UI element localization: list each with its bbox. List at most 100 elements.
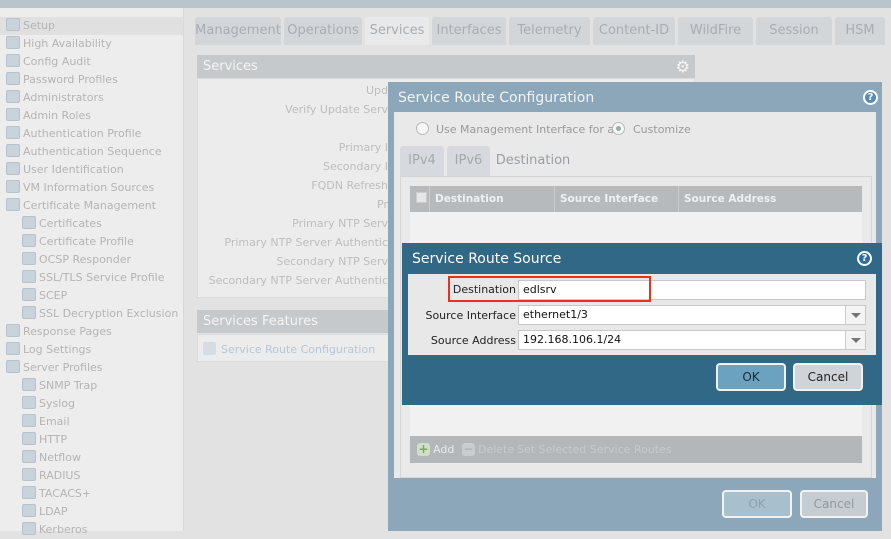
column-source-address[interactable]: Source Address: [678, 186, 776, 212]
sidebar-item-label: Certificate Profile: [39, 235, 134, 248]
tab-ipv6[interactable]: IPv6: [447, 146, 490, 176]
tab-destination[interactable]: Destination: [493, 146, 573, 176]
sidebar-item-icon: [22, 486, 36, 499]
sidebar-item-label: OCSP Responder: [39, 253, 132, 266]
tab-telemetry[interactable]: Telemetry: [509, 17, 590, 45]
source-address-select[interactable]: 192.168.106.1/24: [518, 330, 866, 350]
source-interface-label: Source Interface: [425, 309, 516, 322]
set-selected-service-routes-button[interactable]: Set Selected Service Routes: [517, 443, 672, 456]
sidebar-item[interactable]: Setup: [0, 17, 183, 35]
tab-operations[interactable]: Operations: [284, 17, 362, 45]
sidebar-item[interactable]: HTTP: [22, 431, 67, 449]
sidebar-item-icon: [22, 216, 36, 229]
source-cancel-button[interactable]: Cancel: [793, 363, 863, 391]
help-icon[interactable]: ?: [863, 90, 878, 105]
sidebar-item-icon: [22, 234, 36, 247]
sidebar-item[interactable]: SSL/TLS Service Profile: [22, 269, 164, 287]
sidebar-item-icon: [6, 144, 20, 157]
tab-interfaces[interactable]: Interfaces: [432, 17, 506, 45]
tab-wildfire[interactable]: WildFire: [678, 17, 753, 45]
sidebar-item[interactable]: LDAP: [22, 503, 68, 521]
delete-button[interactable]: Delete: [478, 443, 514, 456]
sidebar-item-label: Authentication Sequence: [23, 145, 162, 158]
sidebar-item[interactable]: Kerberos: [22, 521, 87, 539]
source-ok-button[interactable]: OK: [716, 363, 786, 391]
sidebar-item[interactable]: SSL Decryption Exclusion: [22, 305, 178, 323]
sidebar-item[interactable]: Config Audit: [6, 53, 91, 71]
sidebar-item[interactable]: Certificate Management: [6, 197, 156, 215]
services-panel-header: Services ⚙: [197, 55, 695, 78]
sidebar-item[interactable]: Response Pages: [6, 323, 112, 341]
use-management-label: Use Management Interface for all: [436, 123, 621, 136]
source-interface-select[interactable]: ethernet1/3: [518, 305, 866, 325]
service-field-label: Secondary I: [323, 160, 388, 173]
tab-session[interactable]: Session: [756, 17, 832, 45]
services-title: Services: [203, 59, 258, 74]
column-destination[interactable]: Destination: [429, 186, 504, 212]
service-route-configuration-link[interactable]: Service Route Configuration: [221, 343, 375, 356]
sidebar-item-label: SCEP: [39, 289, 68, 302]
cancel-button[interactable]: Cancel: [800, 490, 868, 518]
sidebar-item[interactable]: Server Profiles: [6, 359, 103, 377]
tab-hsm[interactable]: HSM: [835, 17, 885, 45]
sidebar-item-icon: [6, 198, 20, 211]
sidebar-item-label: HTTP: [39, 433, 68, 446]
service-field-label: Secondary NTP Server Authentic: [208, 274, 388, 287]
sidebar-item[interactable]: VM Information Sources: [6, 179, 154, 197]
sidebar-item-label: Authentication Profile: [23, 127, 142, 140]
sidebar-item-icon: [6, 36, 20, 49]
services-features-body: Service Route Configuration: [197, 334, 397, 362]
gear-icon[interactable]: ⚙: [676, 55, 690, 78]
service-field-label: Primary NTP Serv: [292, 217, 388, 230]
source-dialog-title: Service Route Source: [412, 251, 562, 267]
sidebar-item[interactable]: Certificates: [22, 215, 102, 233]
select-all-checkbox[interactable]: [416, 192, 427, 203]
sidebar-item[interactable]: SCEP: [22, 287, 67, 305]
tab-ipv4[interactable]: IPv4: [400, 146, 444, 176]
help-icon[interactable]: ?: [857, 251, 872, 266]
sidebar-item[interactable]: Administrators: [6, 89, 104, 107]
sidebar-item-icon: [22, 522, 36, 535]
customize-radio[interactable]: [612, 122, 625, 135]
sidebar-item-label: SSL/TLS Service Profile: [39, 271, 165, 284]
use-management-radio[interactable]: [416, 122, 429, 135]
column-source-interface[interactable]: Source Interface: [554, 186, 658, 212]
chevron-down-icon[interactable]: [845, 306, 865, 324]
sidebar-item-label: Log Settings: [23, 343, 92, 356]
wrench-icon: [203, 342, 216, 355]
sidebar-item[interactable]: TACACS+: [22, 485, 91, 503]
sidebar-item[interactable]: SNMP Trap: [22, 377, 97, 395]
tab-services[interactable]: Services: [365, 17, 429, 45]
sidebar-item-icon: [22, 396, 36, 409]
sidebar-item[interactable]: Admin Roles: [6, 107, 91, 125]
chevron-down-icon[interactable]: [845, 331, 865, 349]
add-icon[interactable]: +: [417, 443, 430, 456]
sidebar-item[interactable]: Netflow: [22, 449, 81, 467]
sidebar-item[interactable]: Log Settings: [6, 341, 91, 359]
sidebar-item-label: Certificates: [39, 217, 102, 230]
sidebar-item-label: Response Pages: [23, 325, 112, 338]
sidebar-item[interactable]: Password Profiles: [6, 71, 118, 89]
sidebar-item-label: Server Profiles: [23, 361, 103, 374]
sidebar-item[interactable]: Authentication Sequence: [6, 143, 162, 161]
sidebar-item[interactable]: Syslog: [22, 395, 75, 413]
sidebar-item[interactable]: OCSP Responder: [22, 251, 131, 269]
delete-icon[interactable]: −: [462, 443, 475, 456]
sidebar-item-icon: [22, 504, 36, 517]
add-button[interactable]: Add: [433, 443, 454, 456]
sidebar-item-icon: [22, 432, 36, 445]
sidebar-item[interactable]: RADIUS: [22, 467, 80, 485]
sidebar-item-label: Config Audit: [23, 55, 91, 68]
sidebar-item[interactable]: Email: [22, 413, 70, 431]
services-features-title: Services Features: [203, 314, 318, 329]
sidebar-item-label: SNMP Trap: [39, 379, 98, 392]
ok-button[interactable]: OK: [722, 490, 792, 518]
tab-content-id[interactable]: Content-ID: [593, 17, 675, 45]
sidebar-item-icon: [22, 378, 36, 391]
sidebar-item[interactable]: High Availability: [6, 35, 112, 53]
tab-management[interactable]: Management: [195, 17, 281, 45]
sidebar-item[interactable]: Certificate Profile: [22, 233, 134, 251]
service-field-label: Upd: [365, 84, 388, 97]
sidebar-item[interactable]: User Identification: [6, 161, 124, 179]
sidebar-item[interactable]: Authentication Profile: [6, 125, 141, 143]
